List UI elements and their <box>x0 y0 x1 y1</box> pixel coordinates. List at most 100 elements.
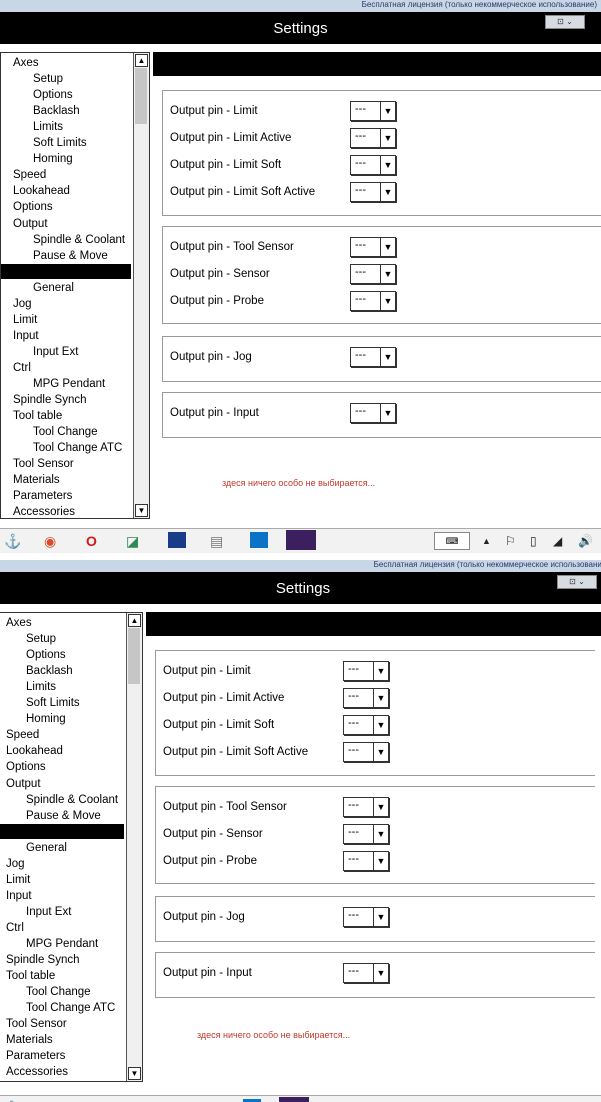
dropdown-arrow-icon[interactable]: ▼ <box>380 129 395 147</box>
dropdown-arrow-icon[interactable]: ▼ <box>373 662 388 680</box>
tree-scrollbar[interactable]: ▲ ▼ <box>133 53 149 518</box>
pin-select[interactable]: --- ▼ <box>350 155 396 175</box>
tree-item[interactable]: Homing <box>33 151 73 167</box>
tree-item[interactable]: Input Ext <box>33 344 78 360</box>
tree-item[interactable]: Materials <box>13 472 60 488</box>
scroll-up-button[interactable]: ▲ <box>135 54 148 67</box>
dropdown-arrow-icon[interactable]: ▼ <box>380 238 395 256</box>
tree-item[interactable]: Spindle Synch <box>13 392 87 408</box>
tree-item[interactable]: Tool Change <box>33 424 98 440</box>
volume-icon[interactable]: 🔊 <box>578 532 593 550</box>
dropdown-arrow-icon[interactable]: ▼ <box>380 348 395 366</box>
tree-item[interactable]: Input <box>13 328 39 344</box>
tree-item[interactable]: Pause & Move <box>33 248 108 264</box>
dropdown-arrow-icon[interactable]: ▼ <box>373 716 388 734</box>
pin-select[interactable]: --- ▼ <box>350 264 396 284</box>
pin-select[interactable]: --- ▼ <box>350 347 396 367</box>
tree-item-selected[interactable] <box>0 824 124 839</box>
window-controls-button[interactable]: ⊡ ⌄ <box>557 575 597 589</box>
tree-item[interactable]: Tool table <box>6 968 55 984</box>
tree-item[interactable]: Limit <box>13 312 37 328</box>
dropdown-arrow-icon[interactable]: ▼ <box>373 798 388 816</box>
tree-item[interactable]: Options <box>26 647 66 663</box>
pin-select[interactable]: --- ▼ <box>343 742 389 762</box>
scroll-down-button[interactable]: ▼ <box>135 504 148 517</box>
tree-item[interactable]: General <box>33 280 74 296</box>
terminal-icon[interactable] <box>168 532 186 548</box>
tool-app-icon[interactable]: ⚓ <box>4 532 21 550</box>
pin-select[interactable]: --- ▼ <box>343 851 389 871</box>
scroll-thumb[interactable] <box>135 68 147 124</box>
tree-item[interactable]: Tool Sensor <box>6 1016 67 1032</box>
tree-item[interactable]: Options <box>33 87 73 103</box>
tree-item[interactable]: Accessories <box>6 1064 68 1080</box>
tree-item[interactable]: Axes <box>6 615 32 631</box>
tree-item-selected[interactable] <box>1 264 131 279</box>
keyboard-icon[interactable]: ⌨ <box>434 532 470 550</box>
pin-select[interactable]: --- ▼ <box>343 797 389 817</box>
dropdown-arrow-icon[interactable]: ▼ <box>373 964 388 982</box>
tree-item[interactable]: Options <box>6 759 46 775</box>
pin-select[interactable]: --- ▼ <box>343 907 389 927</box>
tree-item[interactable]: Parameters <box>6 1048 65 1064</box>
tree-item[interactable]: Soft Limits <box>26 695 80 711</box>
tree-item[interactable]: Jog <box>6 856 25 872</box>
tree-item[interactable]: Spindle Synch <box>6 952 80 968</box>
tree-item[interactable]: Setup <box>26 631 56 647</box>
cnc-app-icon[interactable] <box>286 530 316 550</box>
pin-select[interactable]: --- ▼ <box>350 128 396 148</box>
dropdown-arrow-icon[interactable]: ▼ <box>373 743 388 761</box>
tree-item[interactable]: Tool Sensor <box>13 456 74 472</box>
tree-item[interactable]: Limits <box>26 679 56 695</box>
tree-item[interactable]: Lookahead <box>13 183 70 199</box>
dropdown-arrow-icon[interactable]: ▼ <box>380 183 395 201</box>
dropdown-arrow-icon[interactable]: ▼ <box>380 156 395 174</box>
tree-item[interactable]: Limit <box>6 872 30 888</box>
tree-item[interactable]: Lookahead <box>6 743 63 759</box>
explorer-icon[interactable]: ▤ <box>210 532 223 550</box>
dropdown-arrow-icon[interactable]: ▼ <box>373 908 388 926</box>
tree-item[interactable]: Speed <box>13 167 46 183</box>
pin-select[interactable]: --- ▼ <box>343 661 389 681</box>
scroll-up-button[interactable]: ▲ <box>128 614 141 627</box>
tree-item[interactable]: Input Ext <box>26 904 71 920</box>
scroll-thumb[interactable] <box>128 628 140 684</box>
chrome-icon[interactable]: ◉ <box>44 532 56 550</box>
tree-item[interactable]: MPG Pendant <box>26 936 98 952</box>
tree-item[interactable]: Materials <box>6 1032 53 1048</box>
tree-scrollbar[interactable]: ▲ ▼ <box>126 613 142 1081</box>
tree-item[interactable]: Jog <box>13 296 32 312</box>
tree-item[interactable]: Tool Change ATC <box>26 1000 115 1016</box>
tree-item[interactable]: Spindle & Coolant <box>26 792 118 808</box>
tree-item[interactable]: Pause & Move <box>26 808 101 824</box>
flag-icon[interactable]: ⚐ <box>505 532 516 550</box>
pin-select[interactable]: --- ▼ <box>350 237 396 257</box>
tray-expand-icon[interactable]: ▲ <box>482 532 491 550</box>
dropdown-arrow-icon[interactable]: ▼ <box>373 689 388 707</box>
dropdown-arrow-icon[interactable]: ▼ <box>380 292 395 310</box>
cnc-app-icon[interactable] <box>279 1097 309 1102</box>
tree-item[interactable]: Output <box>6 776 41 792</box>
tree-item[interactable]: Tool table <box>13 408 62 424</box>
pin-select[interactable]: --- ▼ <box>350 403 396 423</box>
tree-item[interactable]: Options <box>13 199 53 215</box>
tree-item[interactable]: Speed <box>6 727 39 743</box>
tree-item[interactable]: Limits <box>33 119 63 135</box>
tree-item[interactable]: MPG Pendant <box>33 376 105 392</box>
tree-item[interactable]: Backlash <box>26 663 73 679</box>
pin-select[interactable]: --- ▼ <box>350 101 396 121</box>
tree-item[interactable]: Ctrl <box>6 920 24 936</box>
eraser-app-icon[interactable]: ◪ <box>126 532 139 550</box>
opera-icon[interactable]: O <box>86 532 97 550</box>
tree-item[interactable]: Homing <box>26 711 66 727</box>
tree-item[interactable]: Input <box>6 888 32 904</box>
pin-select[interactable]: --- ▼ <box>343 824 389 844</box>
tree-item[interactable]: Axes <box>13 55 39 71</box>
pin-select[interactable]: --- ▼ <box>350 291 396 311</box>
pin-select[interactable]: --- ▼ <box>343 963 389 983</box>
tree-item[interactable]: Tool Change <box>26 984 91 1000</box>
tree-item[interactable]: Accessories <box>13 504 75 518</box>
tree-item[interactable]: General <box>26 840 67 856</box>
tree-item[interactable]: Parameters <box>13 488 72 504</box>
dropdown-arrow-icon[interactable]: ▼ <box>380 404 395 422</box>
